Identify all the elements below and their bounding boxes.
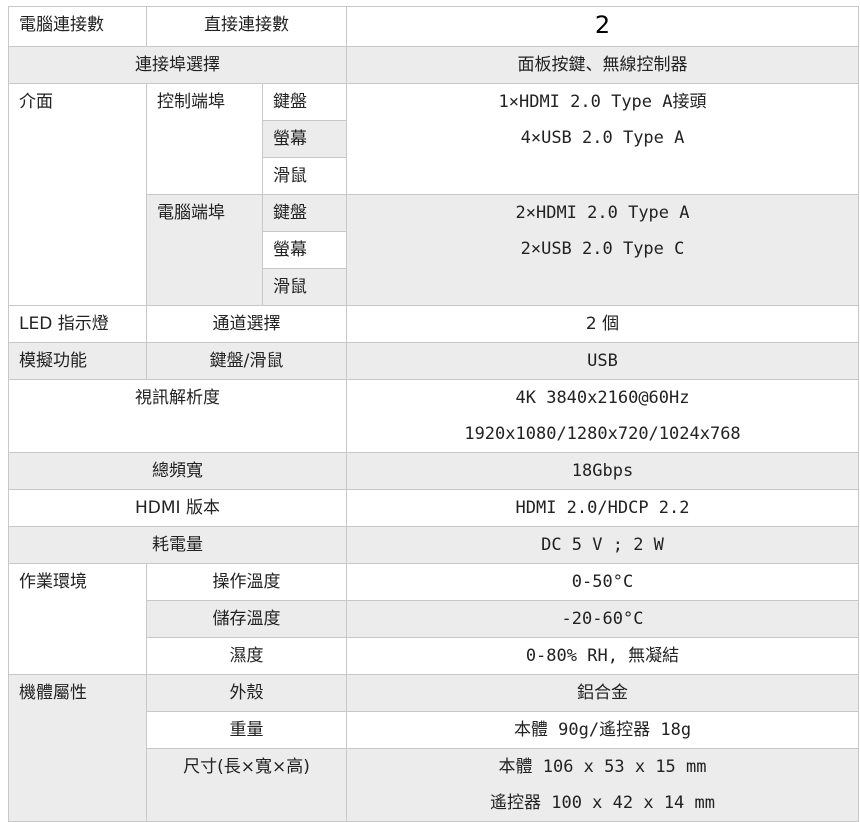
label-led: LED 指示燈 [8,305,147,343]
row-hdmi: HDMI 版本 HDMI 2.0/HDCP 2.2 [8,489,859,527]
phys-value-housing: 鋁合金 [346,674,859,712]
value-power: DC 5 V ; 2 W [346,526,859,564]
phys-label-dimensions: 尺寸(長×寬×高) [146,748,347,822]
value-computers: 2 [594,11,611,39]
control-item-monitor: 螢幕 [262,120,347,158]
control-value-usb: 4×USB 2.0 Type A [520,128,685,148]
env-label-humidity: 濕度 [146,637,347,675]
value-led: 2 個 [346,305,859,343]
label-interface: 介面 [8,83,147,306]
sublabel-channel-select: 通道選擇 [146,305,347,343]
row-emulation: 模擬功能 鍵盤/滑鼠 USB [8,342,859,380]
control-item-keyboard: 鍵盤 [262,83,347,121]
label-port-selection: 連接埠選擇 [8,46,347,84]
phys-value-weight: 本體 90g/遙控器 18g [346,711,859,749]
label-hdmi-version: HDMI 版本 [8,489,347,527]
label-power: 耗電量 [8,526,347,564]
phys-label-weight: 重量 [146,711,347,749]
control-value-hdmi: 1×HDMI 2.0 Type A接頭 [498,92,707,112]
row-port-selection: 連接埠選擇 面板按鍵、無線控制器 [8,46,859,84]
row-power: 耗電量 DC 5 V ; 2 W [8,526,859,564]
label-physical: 機體屬性 [8,674,147,822]
value-port-selection: 面板按鍵、無線控制器 [346,46,859,84]
value-pc-port: 2×HDMI 2.0 Type A 2×USB 2.0 Type C [346,194,859,306]
sublabel-direct-connections: 直接連接數 [146,6,347,47]
value-video-resolution: 4K 3840x2160@60Hz 1920x1080/1280x720/102… [346,379,859,453]
env-value-humidity: 0-80% RH, 無凝結 [346,637,859,675]
row-bandwidth: 總頻寬 18Gbps [8,452,859,490]
label-computers: 電腦連接數 [8,6,147,47]
label-video-resolution: 視訊解析度 [8,379,347,453]
video-value-4k: 4K 3840x2160@60Hz [515,388,690,408]
label-pc-port: 電腦端埠 [146,194,263,306]
phys-label-housing: 外殼 [146,674,347,712]
row-video: 視訊解析度 4K 3840x2160@60Hz 1920x1080/1280x7… [8,379,859,453]
row-env-1: 作業環境 操作溫度 0-50°C [8,563,859,675]
pc-value-usb: 2×USB 2.0 Type C [520,239,685,259]
pc-item-mouse: 滑鼠 [262,268,347,306]
value-hdmi-version: HDMI 2.0/HDCP 2.2 [346,489,859,527]
phys-value-dimensions: 本體 106 x 53 x 15 mm 遙控器 100 x 42 x 14 mm [346,748,859,822]
pc-value-hdmi: 2×HDMI 2.0 Type A [515,203,690,223]
row-computers: 電腦連接數 直接連接數 2 [8,6,859,47]
sublabel-keyboard-mouse: 鍵盤/滑鼠 [146,342,347,380]
row-interface-control-1: 介面 控制端埠 鍵盤 1×HDMI 2.0 Type A接頭 4×USB 2.0… [8,83,859,306]
pc-item-keyboard: 鍵盤 [262,194,347,232]
video-value-other: 1920x1080/1280x720/1024x768 [464,424,741,444]
env-value-operating-temp: 0-50°C [346,563,859,601]
value-control-port: 1×HDMI 2.0 Type A接頭 4×USB 2.0 Type A [346,83,859,195]
row-phys-1: 機體屬性 外殼 鋁合金 [8,674,859,822]
row-led: LED 指示燈 通道選擇 2 個 [8,305,859,343]
env-label-operating-temp: 操作溫度 [146,563,347,601]
control-item-mouse: 滑鼠 [262,157,347,195]
env-value-storage-temp: -20-60°C [346,600,859,638]
label-bandwidth: 總頻寬 [8,452,347,490]
env-label-storage-temp: 儲存溫度 [146,600,347,638]
pc-item-monitor: 螢幕 [262,231,347,269]
label-emulation: 模擬功能 [8,342,147,380]
dimensions-value-remote: 遙控器 100 x 42 x 14 mm [490,793,715,813]
value-emulation: USB [346,342,859,380]
spec-table: 電腦連接數 直接連接數 2 連接埠選擇 面板按鍵、無線控制器 介面 控制端埠 鍵… [8,6,859,822]
value-bandwidth: 18Gbps [346,452,859,490]
dimensions-value-body: 本體 106 x 53 x 15 mm [498,757,707,777]
label-environment: 作業環境 [8,563,147,675]
label-control-port: 控制端埠 [146,83,263,195]
